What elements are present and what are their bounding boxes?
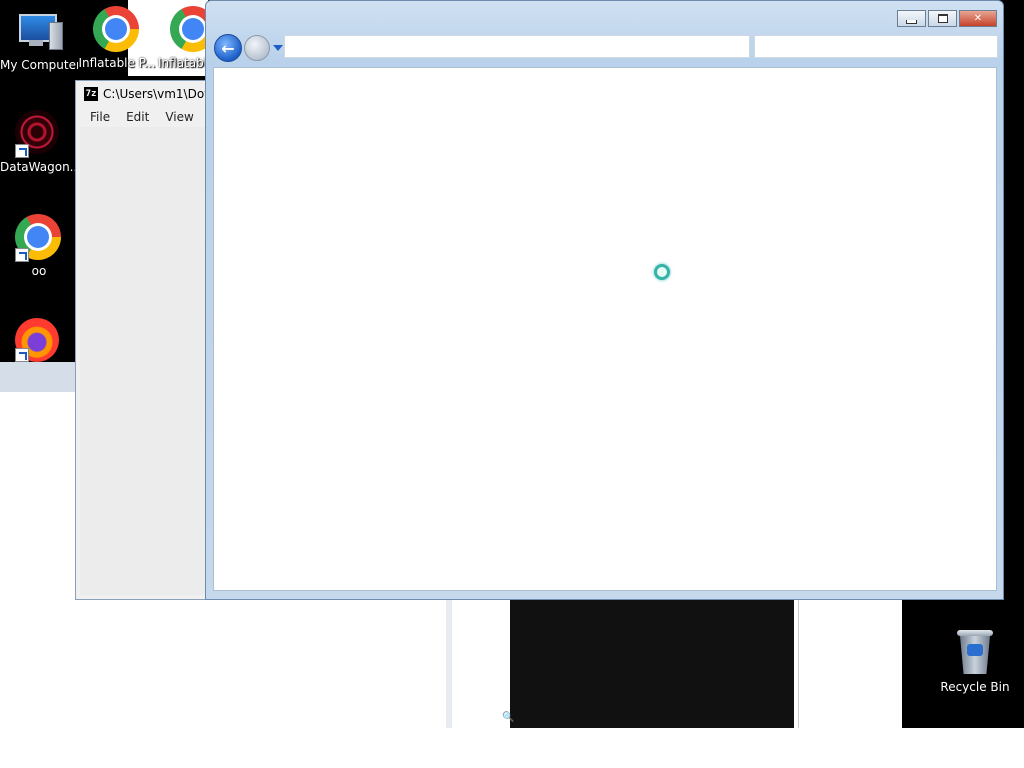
desktop-icon-recycle-bin[interactable]: Recycle Bin: [936, 630, 1014, 694]
background-window-bottom-strip: [446, 728, 1024, 768]
magnifier-icon[interactable]: 🔍: [502, 712, 514, 723]
search-box[interactable]: [754, 35, 998, 58]
window-controls: ✕: [897, 10, 997, 27]
background-window-media: 🔍: [446, 600, 902, 728]
shortcut-arrow-icon: [15, 348, 29, 362]
maximize-icon: [937, 14, 948, 23]
file-manager-window[interactable]: 7z C:\Users\vm1\Dow File Edit View Fa: [75, 80, 223, 600]
desktop-icon-label: Inflatable P...: [78, 56, 156, 70]
desktop-icon-label: Inflatable: [158, 56, 206, 70]
desktop-icon-oo[interactable]: oo: [0, 214, 78, 278]
desktop-icon-label: oo: [31, 264, 47, 278]
recent-pages-dropdown[interactable]: [273, 45, 283, 51]
menu-edit[interactable]: Edit: [126, 110, 149, 124]
close-icon: ✕: [973, 13, 983, 24]
window-titlebar[interactable]: 7z C:\Users\vm1\Dow: [76, 81, 214, 107]
close-button[interactable]: ✕: [959, 10, 997, 27]
loading-spinner-icon: [654, 264, 670, 280]
maximize-button[interactable]: [928, 10, 957, 27]
arrow-left-icon: ←: [221, 38, 235, 58]
7zip-icon: 7z: [84, 87, 99, 101]
computer-icon: [15, 8, 63, 56]
chrome-icon: [93, 6, 139, 52]
side-panel: [798, 600, 897, 728]
desktop-icon-inflatable-2[interactable]: Inflatable: [156, 6, 206, 70]
file-list[interactable]: [80, 127, 214, 595]
minimize-button[interactable]: [897, 10, 926, 27]
shortcut-arrow-icon: [15, 248, 29, 262]
forward-button[interactable]: [244, 35, 270, 61]
menu-file[interactable]: File: [90, 110, 110, 124]
desktop-icon-inflatable-1[interactable]: Inflatable P...: [78, 6, 156, 70]
minimize-icon: [906, 19, 917, 24]
desktop-icon-label: Recycle Bin: [940, 680, 1010, 694]
media-preview: [510, 600, 794, 728]
menu-view[interactable]: View: [165, 110, 193, 124]
address-bar[interactable]: [284, 35, 750, 58]
window-title: C:\Users\vm1\Dow: [103, 87, 214, 101]
navigation-bar: ←: [214, 34, 283, 62]
desktop-icon-label: DataWagon...: [0, 160, 78, 174]
background-window-bottom: [0, 600, 452, 768]
menu-bar: File Edit View Fa: [76, 107, 223, 127]
desktop-icon-datawagon[interactable]: DataWagon...: [0, 110, 78, 174]
page-content[interactable]: [213, 67, 997, 591]
desktop-icon-firefox[interactable]: [0, 318, 78, 362]
desktop-icon-my-computer[interactable]: My Computer: [0, 8, 78, 72]
desktop-icon-label: My Computer: [0, 58, 78, 72]
shortcut-arrow-icon: [15, 144, 29, 158]
chrome-icon: [170, 6, 206, 52]
browser-window[interactable]: ✕ ←: [205, 0, 1004, 600]
back-button[interactable]: ←: [214, 34, 242, 62]
recycle-bin-icon: [957, 630, 993, 674]
